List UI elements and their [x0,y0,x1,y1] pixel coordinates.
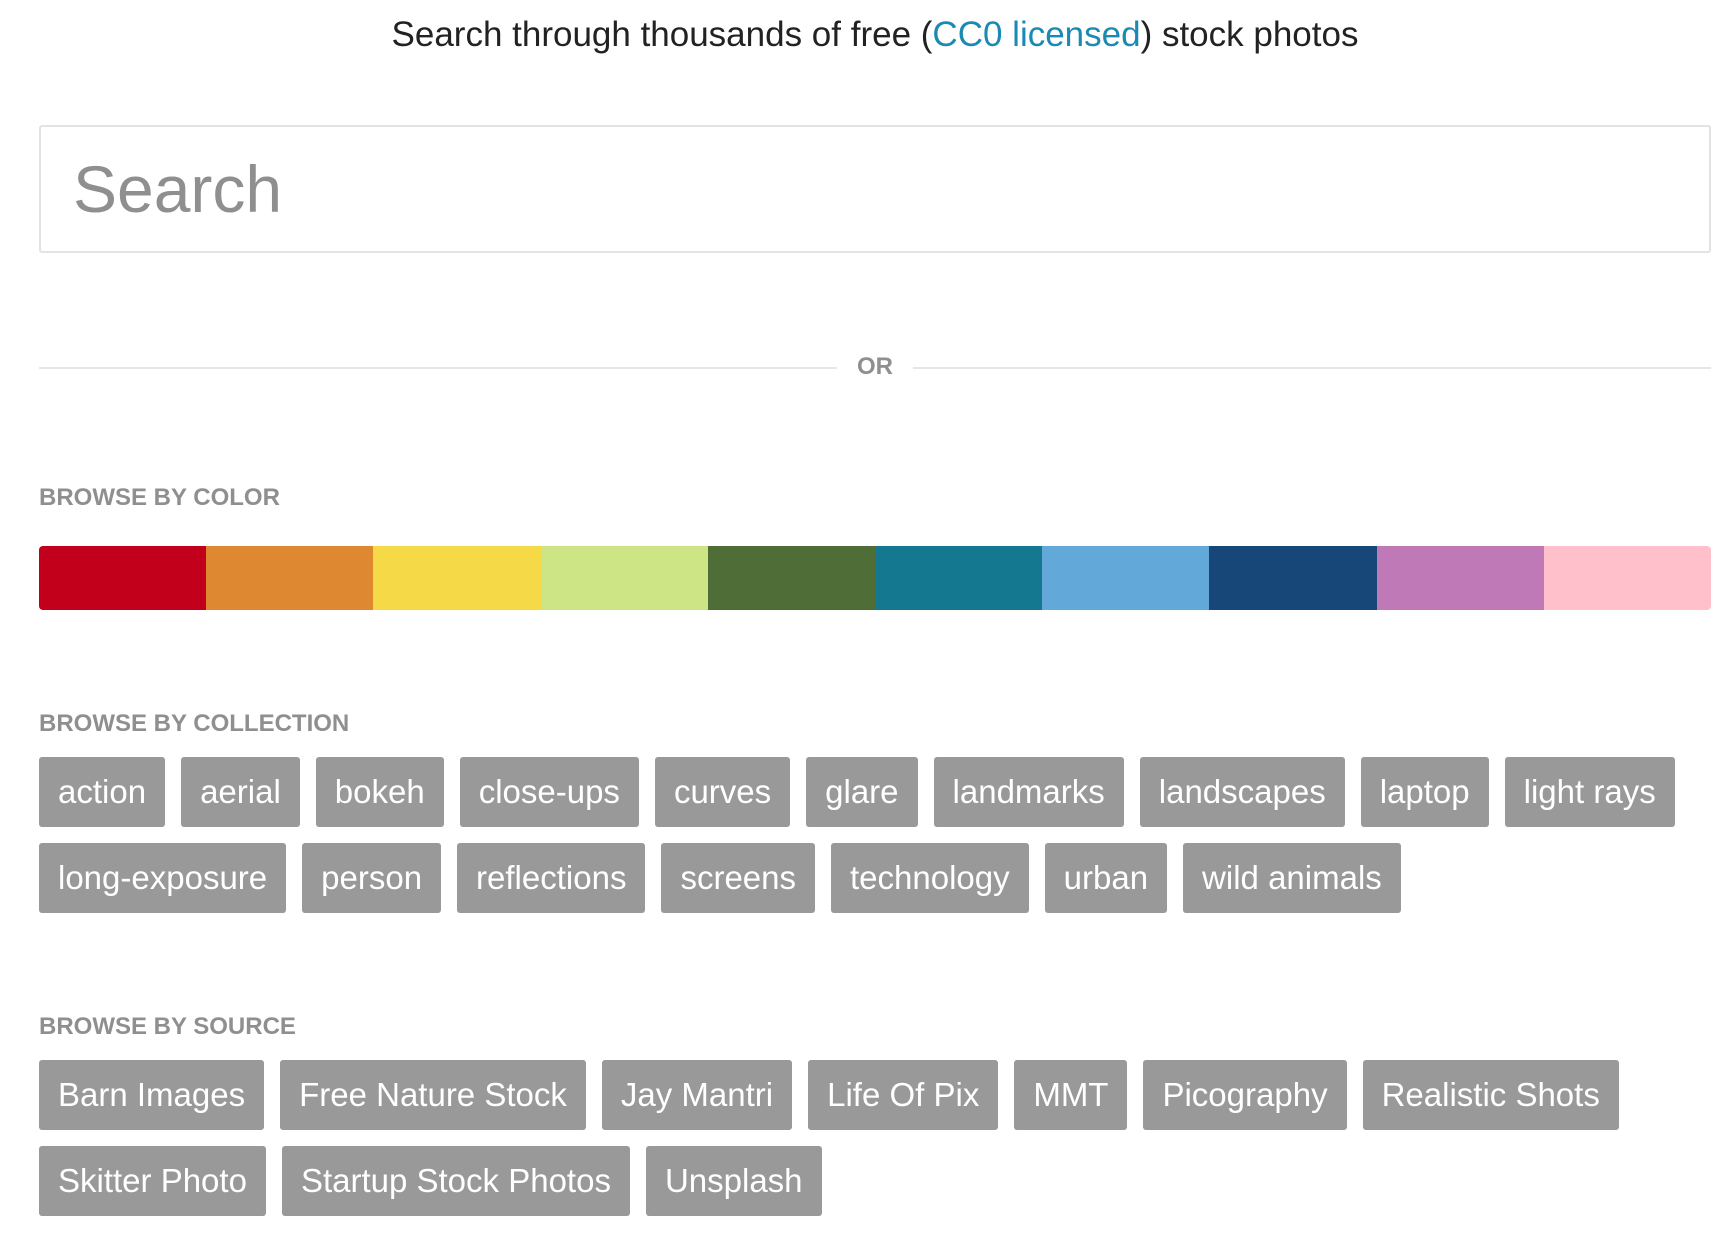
color-palette [39,546,1711,610]
source-tag[interactable]: Free Nature Stock [280,1060,586,1130]
collection-tag[interactable]: light rays [1504,757,1675,827]
tagline: Search through thousands of free (CC0 li… [39,14,1711,56]
color-swatch[interactable] [206,546,374,610]
color-swatch[interactable] [1543,546,1711,610]
source-tag[interactable]: Realistic Shots [1362,1060,1619,1130]
source-tag[interactable]: Jay Mantri [601,1060,793,1130]
collection-tag[interactable]: aerial [181,757,300,827]
divider-line-right [913,367,1711,369]
collection-tag[interactable]: curves [654,757,791,827]
collection-tag[interactable]: action [39,757,166,827]
collection-tag[interactable]: landscapes [1139,757,1345,827]
color-swatch[interactable] [1042,546,1210,610]
source-tag[interactable]: MMT [1014,1060,1128,1130]
collection-tag[interactable]: bokeh [315,757,444,827]
collection-tag[interactable]: wild animals [1183,843,1401,913]
divider-line-left [39,367,837,369]
tagline-text-after: ) stock photos [1140,15,1359,54]
color-swatch[interactable] [39,546,207,610]
search-input[interactable] [39,125,1711,253]
or-label: OR [857,353,893,380]
color-swatch[interactable] [373,546,541,610]
collection-tag[interactable]: person [302,843,442,913]
collection-tag[interactable]: glare [806,757,918,827]
collection-tag[interactable]: laptop [1360,757,1489,827]
collection-tag[interactable]: urban [1044,843,1168,913]
browse-by-color-heading: BROWSE BY COLOR [39,484,280,511]
color-swatch[interactable] [1209,546,1377,610]
source-tag[interactable]: Skitter Photo [39,1146,266,1216]
collection-tag[interactable]: long-exposure [39,843,287,913]
or-divider: OR [39,352,1711,382]
browse-by-collection-heading: BROWSE BY COLLECTION [39,710,350,737]
collection-tag-list: action aerial bokeh close-ups curves glare lan… [39,757,1711,913]
collection-tag[interactable]: landmarks [933,757,1124,827]
source-tag-list: Barn Images Free Nature Stock Jay Mantri Li… [39,1060,1711,1216]
collection-tag[interactable]: close-ups [459,757,639,827]
collection-tag[interactable]: reflections [457,843,646,913]
source-tag[interactable]: Life Of Pix [808,1060,999,1130]
source-tag[interactable]: Picography [1143,1060,1347,1130]
source-tag[interactable]: Barn Images [39,1060,265,1130]
cc0-license-link[interactable]: CC0 licensed [932,15,1140,54]
color-swatch[interactable] [1376,546,1544,610]
color-swatch[interactable] [540,546,708,610]
tagline-text-before: Search through thousands of free ( [391,15,933,54]
color-swatch[interactable] [707,546,876,610]
color-swatch[interactable] [875,546,1043,610]
source-tag[interactable]: Startup Stock Photos [281,1146,630,1216]
collection-tag[interactable]: technology [831,843,1029,913]
browse-by-source-heading: BROWSE BY SOURCE [39,1013,296,1040]
source-tag[interactable]: Unsplash [645,1146,822,1216]
collection-tag[interactable]: screens [661,843,816,913]
